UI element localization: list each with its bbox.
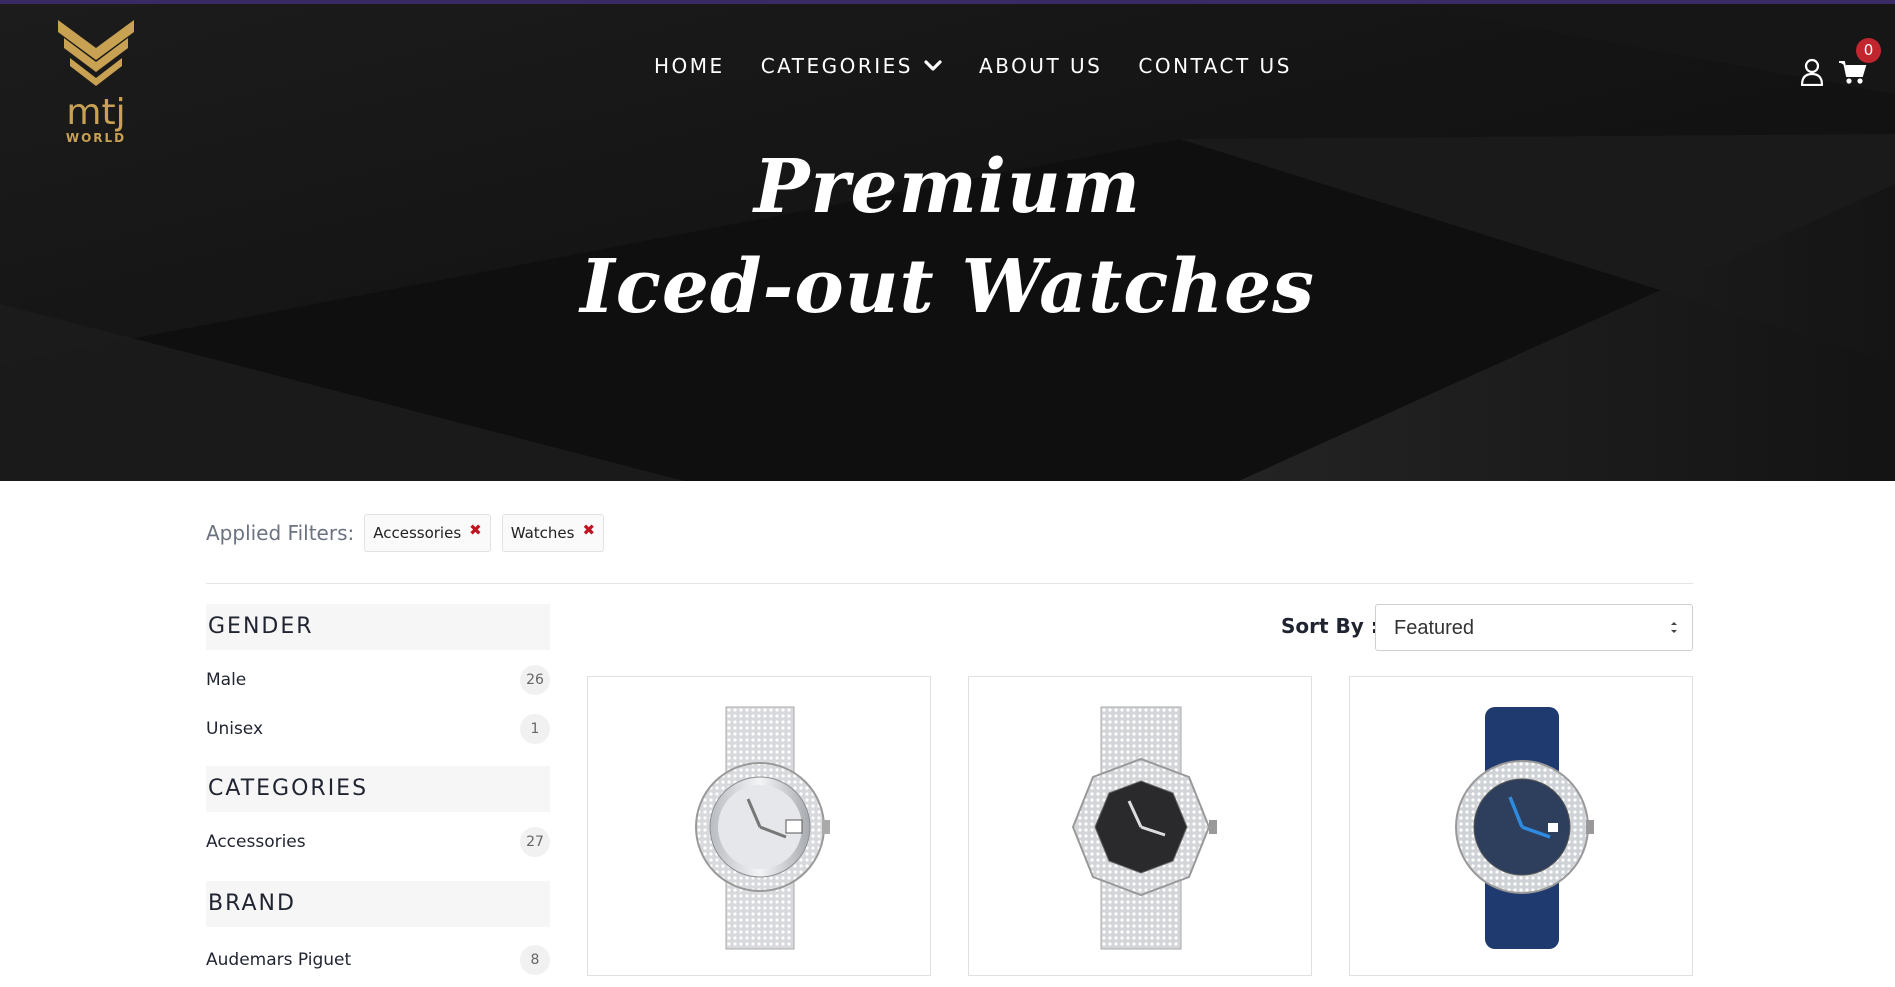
facet-item-label: Accessories (206, 832, 306, 852)
filter-chip-label: Accessories (373, 524, 462, 542)
main-nav: HOME CATEGORIES ABOUT US CONTACT US (654, 54, 1328, 78)
facet-item-count: 27 (520, 827, 550, 857)
brand-logo[interactable]: mtj WORLD (56, 16, 136, 144)
filter-chip-label: Watches (510, 524, 575, 542)
select-arrow-icon (1671, 622, 1677, 633)
nav-categories[interactable]: CATEGORIES (761, 54, 943, 78)
facet-item-label: Unisex (206, 719, 264, 739)
filters-divider (206, 583, 1693, 584)
nav-categories-label: CATEGORIES (760, 54, 914, 78)
sort-select[interactable]: Featured (1375, 604, 1693, 651)
applied-filters-label: Applied Filters: (206, 521, 355, 545)
sort-label: Sort By : (1281, 614, 1379, 638)
remove-filter-icon[interactable]: ✖ (582, 521, 595, 539)
applied-filters: Applied Filters: Accessories ✖ Watches ✖ (206, 514, 615, 552)
sort-selected-value: Featured (1394, 617, 1475, 639)
facet-item-count: 8 (520, 945, 550, 975)
nav-about[interactable]: ABOUT US (979, 54, 1102, 78)
cart-count-badge: 0 (1856, 38, 1881, 63)
facet-title-categories: CATEGORIES (206, 766, 550, 812)
facet-item-audemars-piguet[interactable]: Audemars Piguet 8 (206, 945, 550, 975)
product-card[interactable] (968, 676, 1312, 976)
product-card[interactable] (1349, 676, 1693, 976)
facet-item-count: 1 (520, 714, 550, 744)
logo-subtext: WORLD (66, 131, 126, 144)
facet-title-gender: GENDER (206, 604, 550, 650)
filter-chip-watches[interactable]: Watches ✖ (501, 514, 605, 552)
facet-item-male[interactable]: Male 26 (206, 665, 550, 695)
chevron-down-icon (924, 60, 942, 71)
facet-item-label: Audemars Piguet (206, 950, 352, 970)
product-card[interactable] (587, 676, 931, 976)
remove-filter-icon[interactable]: ✖ (469, 521, 482, 539)
facet-item-accessories[interactable]: Accessories 27 (206, 827, 550, 857)
logo-text: mtj (66, 92, 125, 133)
user-icon[interactable] (1800, 58, 1824, 86)
facet-item-count: 26 (520, 665, 550, 695)
nav-contact[interactable]: CONTACT US (1138, 54, 1292, 78)
facet-item-label: Male (206, 670, 247, 690)
nav-home[interactable]: HOME (654, 54, 725, 78)
watch-image (695, 706, 830, 950)
filter-chip-accessories[interactable]: Accessories ✖ (364, 514, 491, 552)
hero-banner: mtj WORLD HOME CATEGORIES ABOUT US CONTA… (0, 0, 1895, 481)
watch-image (1071, 706, 1217, 950)
hero-title-line1: Premium (753, 144, 1142, 230)
watch-image (1455, 707, 1594, 949)
hero-title-line2: Iced-out Watches (580, 244, 1315, 330)
facet-item-unisex[interactable]: Unisex 1 (206, 714, 550, 744)
facet-title-brand: BRAND (206, 881, 550, 927)
